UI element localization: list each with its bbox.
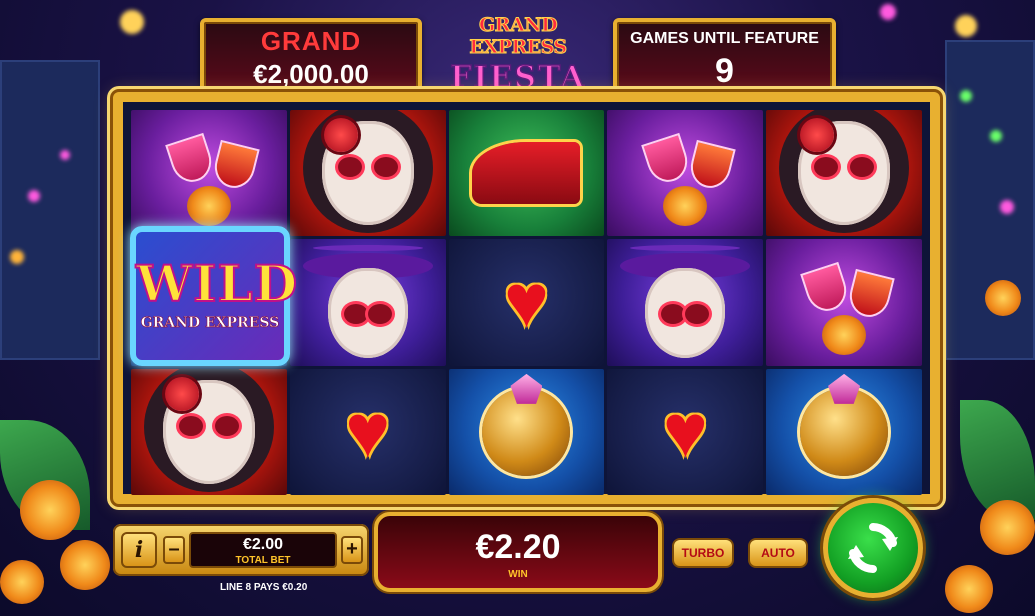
symbol-catrin bbox=[289, 239, 446, 366]
symbol-cocktails bbox=[766, 239, 922, 366]
wild-symbol: WILD GRAND EXPRESS bbox=[130, 226, 299, 366]
win-display: €2.20 WIN bbox=[374, 512, 662, 592]
wild-sub-label: GRAND EXPRESS bbox=[140, 315, 280, 332]
feature-counter-value: 9 bbox=[715, 52, 734, 90]
symbol-heart: ♥ bbox=[289, 368, 446, 495]
symbol-catrina bbox=[131, 368, 287, 495]
symbol-heart: ♥ bbox=[448, 239, 605, 366]
symbol-gem-skull bbox=[448, 368, 605, 495]
logo-line-2: FIESTA bbox=[449, 59, 586, 96]
total-bet-display: €2.00 TOTAL BET bbox=[189, 532, 337, 568]
symbol-catrina bbox=[289, 110, 446, 237]
cocktail-glass-icon bbox=[800, 262, 853, 317]
symbol-catrin bbox=[607, 239, 764, 366]
win-value: €2.20 bbox=[475, 528, 561, 566]
catrin-face-icon bbox=[327, 267, 408, 358]
decrease-bet-button[interactable]: – bbox=[163, 536, 185, 564]
cocktail-glass-icon bbox=[210, 139, 260, 193]
marigold-icon bbox=[187, 186, 231, 226]
cocktail-glass-icon bbox=[641, 132, 694, 188]
symbol-cocktails bbox=[131, 110, 287, 237]
marigold-icon bbox=[663, 186, 708, 226]
rose-icon bbox=[323, 118, 358, 152]
game-logo: GRAND EXPRESS FIESTA bbox=[432, 14, 604, 96]
heart-icon: ♥ bbox=[503, 259, 550, 345]
cocktail-glass-icon bbox=[686, 139, 737, 193]
heart-icon: ♥ bbox=[345, 388, 391, 474]
rose-icon bbox=[800, 118, 835, 152]
increase-bet-button[interactable]: + bbox=[341, 536, 363, 564]
symbol-heart: ♥ bbox=[607, 368, 764, 495]
info-button[interactable]: i bbox=[121, 532, 157, 568]
gem-skull-icon bbox=[800, 387, 889, 476]
autoplay-button[interactable]: AUTO bbox=[748, 538, 808, 568]
total-bet-value: €2.00 bbox=[242, 536, 284, 553]
cocktail-glass-icon bbox=[165, 132, 217, 188]
win-label: WIN bbox=[508, 569, 528, 580]
symbol-piano bbox=[448, 110, 605, 237]
turbo-button[interactable]: TURBO bbox=[672, 538, 734, 568]
cocktail-glass-icon bbox=[845, 269, 895, 322]
spin-arrows-icon bbox=[848, 523, 898, 573]
gem-skull-icon bbox=[482, 387, 571, 476]
grand-jackpot-value: €2,000.00 bbox=[253, 59, 369, 89]
wild-label: WILD bbox=[135, 253, 299, 314]
rose-icon bbox=[165, 376, 199, 411]
catrin-face-icon bbox=[645, 267, 726, 358]
symbol-cocktails bbox=[607, 110, 764, 237]
feature-counter-label: GAMES UNTIL FEATURE bbox=[630, 30, 819, 47]
feature-counter-panel: GAMES UNTIL FEATURE 9 bbox=[613, 18, 836, 94]
marigold-icon bbox=[822, 315, 867, 356]
spin-button[interactable] bbox=[823, 498, 923, 598]
heart-icon: ♥ bbox=[662, 388, 708, 474]
grand-piano-icon bbox=[472, 142, 581, 205]
grand-jackpot-panel: GRAND €2,000.00 bbox=[200, 18, 422, 94]
grand-jackpot-label: GRAND bbox=[260, 26, 362, 56]
symbol-gem-skull bbox=[766, 368, 922, 495]
bet-controls: i – €2.00 TOTAL BET + bbox=[113, 524, 369, 576]
symbol-catrina bbox=[766, 110, 922, 237]
total-bet-label: TOTAL BET bbox=[235, 555, 291, 566]
line-pays-message: LINE 8 PAYS €0.20 bbox=[220, 582, 308, 593]
logo-line-1: GRAND EXPRESS bbox=[469, 14, 568, 59]
